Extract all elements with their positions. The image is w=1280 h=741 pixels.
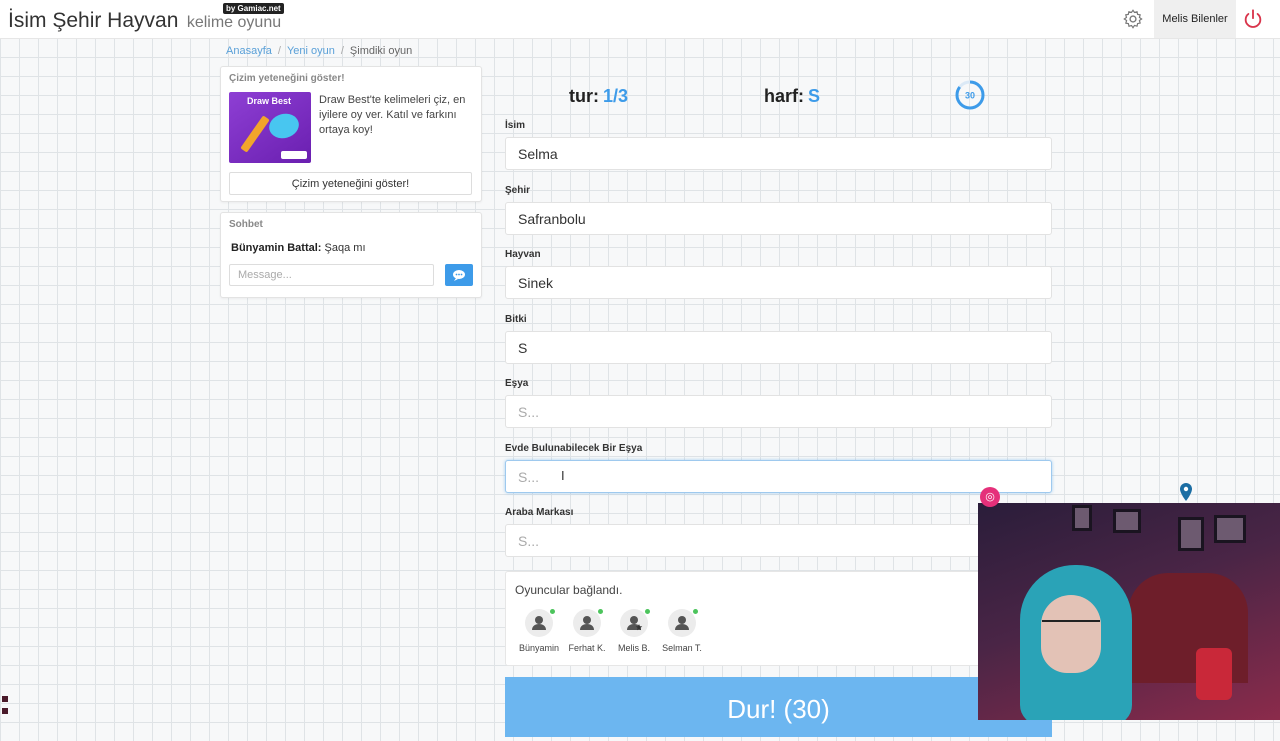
settings-gear-icon[interactable] bbox=[1122, 8, 1144, 30]
chat-message-input[interactable] bbox=[229, 264, 434, 286]
field-label-plant: Bitki bbox=[505, 314, 527, 325]
field-label-city: Şehir bbox=[505, 185, 531, 196]
field-label-car-brand: Araba Markası bbox=[505, 507, 574, 518]
timer-value: 30 bbox=[965, 91, 975, 101]
draw-panel-title: Çizim yeteneğini göster! bbox=[229, 73, 345, 84]
name-field[interactable] bbox=[505, 137, 1052, 170]
send-message-button[interactable] bbox=[445, 264, 473, 286]
draw-panel-description: Draw Best'te kelimeleri çiz, en iyilere … bbox=[319, 94, 466, 136]
instagram-icon: ◎ bbox=[980, 487, 1000, 507]
field-label-household-item: Evde Bulunabilecek Bir Eşya bbox=[505, 443, 643, 454]
player-item[interactable]: Selman T. bbox=[658, 609, 706, 653]
animal-field[interactable] bbox=[505, 266, 1052, 299]
countdown-timer: 30 bbox=[955, 80, 985, 110]
user-avatar-icon bbox=[525, 609, 555, 637]
letter-value: S bbox=[808, 86, 821, 106]
online-status-dot bbox=[693, 609, 698, 614]
chat-panel: Sohbet Bünyamin Battal: Şaqa mı bbox=[220, 212, 482, 298]
site-subtitle: kelime oyunu bbox=[186, 14, 282, 31]
field-label-animal: Hayvan bbox=[505, 249, 541, 260]
site-title: İsim Şehir Hayvan bbox=[8, 9, 179, 32]
byline-badge[interactable]: by Gamiac.net bbox=[223, 3, 284, 14]
wall-frame bbox=[1113, 509, 1141, 533]
player-item[interactable]: Melis B. bbox=[610, 609, 658, 653]
breadcrumb-current: Şimdiki oyun bbox=[349, 45, 413, 57]
player-item[interactable]: Ferhat K. bbox=[563, 609, 611, 653]
draw-best-ad-panel: Çizim yeteneğini göster! Draw Best Draw … bbox=[220, 66, 482, 202]
online-status-dot bbox=[550, 609, 555, 614]
send-message-icon bbox=[453, 270, 465, 281]
breadcrumb: Anasayfa / Yeni oyun / Şimdiki oyun bbox=[226, 45, 412, 57]
show-drawing-skill-button[interactable]: Çizim yeteneğini göster! bbox=[229, 172, 472, 195]
user-avatar-icon bbox=[668, 609, 698, 637]
stream-chat-line bbox=[2, 706, 12, 718]
field-label-object: Eşya bbox=[505, 378, 529, 389]
car-brand-field[interactable] bbox=[505, 524, 1052, 557]
draw-burst-shape bbox=[266, 110, 302, 142]
chat-message: Bünyamin Battal: Şaqa mı bbox=[231, 242, 366, 254]
round-value: 1/3 bbox=[603, 86, 629, 106]
chat-message-text: Şaqa mı bbox=[324, 242, 366, 254]
household-item-field[interactable] bbox=[505, 460, 1052, 493]
stream-chat-overlay bbox=[2, 694, 12, 718]
draw-best-thumbnail[interactable]: Draw Best bbox=[229, 92, 311, 163]
chat-panel-title: Sohbet bbox=[229, 219, 263, 230]
field-label-name: İsim bbox=[505, 120, 526, 131]
round-status: tur: 1/3 bbox=[569, 86, 628, 107]
object-field[interactable] bbox=[505, 395, 1052, 428]
wall-frame bbox=[1214, 515, 1246, 543]
wall-frame bbox=[1072, 505, 1092, 531]
pencil-icon bbox=[240, 115, 270, 153]
chat-message-author: Bünyamin Battal: bbox=[231, 242, 322, 254]
players-title: Oyuncular bağlandı. bbox=[515, 583, 623, 597]
stop-button[interactable]: Dur! (30) bbox=[505, 677, 1052, 737]
online-status-dot bbox=[598, 609, 603, 614]
round-label: tur: bbox=[569, 86, 599, 106]
online-status-dot bbox=[645, 609, 650, 614]
breadcrumb-separator: / bbox=[277, 45, 281, 57]
player-name: Bünyamin bbox=[518, 643, 560, 653]
glasses bbox=[1042, 620, 1100, 636]
player-name: Ferhat K. bbox=[568, 643, 606, 653]
breadcrumb-new-game[interactable]: Yeni oyun bbox=[287, 45, 335, 57]
wall-frame bbox=[1178, 517, 1204, 551]
top-navbar: İsim Şehir Hayvan kelime oyunu by Gamiac… bbox=[0, 0, 1280, 39]
breadcrumb-separator: / bbox=[340, 45, 344, 57]
player-item[interactable]: Bünyamin bbox=[515, 609, 563, 653]
user-menu[interactable]: Melis Bilenler bbox=[1154, 0, 1236, 38]
brand-tag bbox=[281, 151, 307, 159]
power-icon[interactable] bbox=[1242, 8, 1264, 30]
user-avatar-icon bbox=[573, 609, 603, 637]
city-field[interactable] bbox=[505, 202, 1052, 235]
text-cursor-icon: I bbox=[561, 468, 565, 483]
breadcrumb-home[interactable]: Anasayfa bbox=[226, 45, 272, 57]
letter-label: harf: bbox=[764, 86, 804, 106]
stream-chat-line bbox=[2, 694, 12, 706]
player-name: Selman T. bbox=[662, 643, 702, 653]
microphone bbox=[1196, 648, 1232, 700]
plant-field[interactable] bbox=[505, 331, 1052, 364]
user-avatar-star-icon bbox=[620, 609, 650, 637]
location-pin-icon bbox=[1180, 483, 1192, 501]
connected-players-panel: Oyuncular bağlandı. Bünyamin Ferhat K. M… bbox=[505, 571, 1054, 666]
webcam-overlay bbox=[978, 503, 1280, 720]
player-name: Melis B. bbox=[617, 643, 650, 653]
draw-best-thumbnail-title: Draw Best bbox=[247, 96, 292, 106]
letter-status: harf: S bbox=[764, 86, 820, 107]
